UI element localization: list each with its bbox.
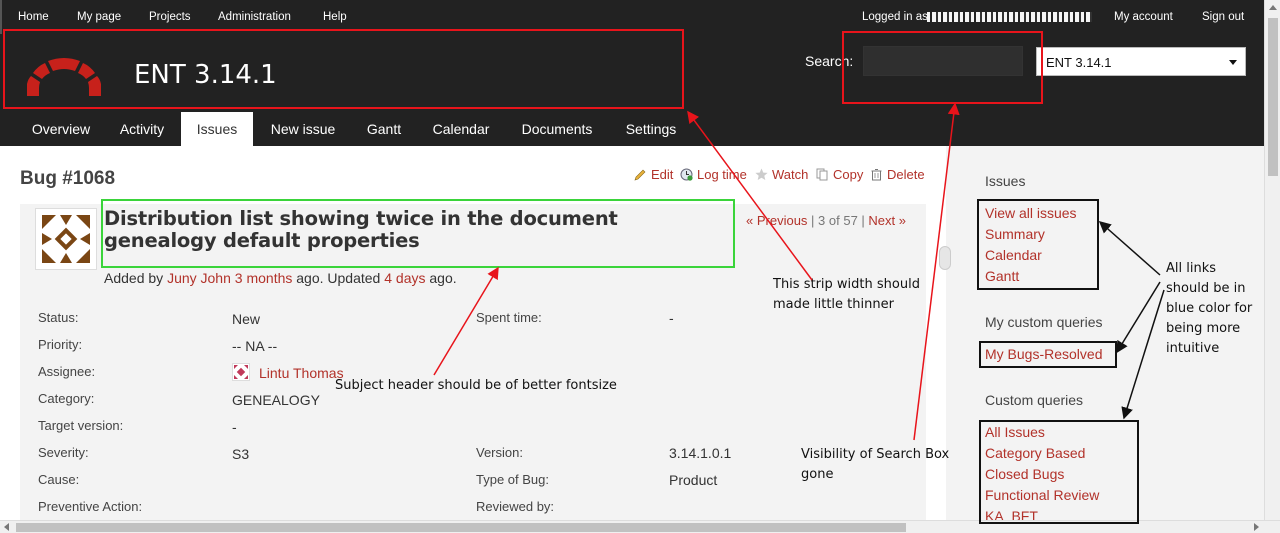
search-label: Search: [805, 53, 854, 69]
nav-projects-link[interactable]: Projects [149, 11, 191, 23]
nav-help-link[interactable]: Help [323, 11, 347, 23]
status-value: New [232, 311, 261, 327]
author-avatar [35, 208, 97, 270]
previous-issue-link[interactable]: « Previous [746, 213, 807, 228]
header: ENT 3.14.1 Search: ENT 3.14.1 [0, 34, 1264, 112]
nav-administration-link[interactable]: Administration [218, 11, 291, 23]
tab-overview[interactable]: Overview [18, 112, 104, 146]
version-value: 3.14.1.0.1 [669, 445, 732, 461]
issue-subject: Distribution list showing twice in the d… [104, 207, 618, 252]
sidebar-link-closed-bugs[interactable]: Closed Bugs [985, 466, 1064, 482]
annotation-subject-note: Subject header should be of better fonts… [335, 378, 617, 393]
assignee-label: Assignee: [38, 364, 96, 379]
spent-time-value: - [669, 310, 674, 326]
annotation-search-note: Visibility of Search Box gone [801, 447, 950, 482]
tab-gantt[interactable]: Gantt [357, 112, 411, 146]
sidebar-link-summary[interactable]: Summary [985, 226, 1045, 242]
sidebar-link-category-based[interactable]: Category Based [985, 445, 1085, 461]
tab-issues[interactable]: Issues [181, 112, 253, 146]
issue-details: Distribution list showing twice in the d… [20, 204, 926, 520]
logged-in-label: Logged in as [862, 11, 928, 23]
sidebar-link-ka-bft[interactable]: KA_BFT [985, 508, 1038, 520]
version-label: Version: [476, 445, 523, 460]
vertical-scroll-thumb[interactable] [1268, 18, 1278, 176]
assignee-avatar [232, 363, 250, 381]
tab-calendar[interactable]: Calendar [425, 112, 497, 146]
star-icon [755, 168, 768, 181]
type-of-bug-label: Type of Bug: [476, 472, 549, 487]
assignee-link[interactable]: Lintu Thomas [259, 365, 344, 381]
delete-action[interactable]: Delete [870, 167, 925, 182]
edit-action[interactable]: Edit [634, 167, 673, 182]
issue-pager: « Previous | 3 of 57 | Next » [746, 213, 906, 228]
clock-add-icon [680, 168, 693, 181]
sidebar-link-functional-review[interactable]: Functional Review [985, 487, 1099, 503]
created-time-link[interactable]: 3 months [235, 270, 293, 286]
nav-my-page-link[interactable]: My page [77, 11, 121, 23]
copy-action[interactable]: Copy [816, 167, 863, 182]
log-time-action[interactable]: Log time [680, 167, 747, 182]
next-issue-link[interactable]: Next » [868, 213, 906, 228]
sidebar-link-gantt[interactable]: Gantt [985, 268, 1019, 284]
category-value: GENEALOGY [232, 392, 320, 408]
preventive-action-label: Preventive Action: [38, 499, 143, 514]
redacted-username [927, 12, 1092, 22]
project-jump-select[interactable]: ENT 3.14.1 [1036, 47, 1246, 76]
scroll-up-arrow-icon[interactable] [1269, 5, 1277, 10]
project-title: ENT 3.14.1 [134, 60, 277, 90]
sidebar-link-all-issues[interactable]: All Issues [985, 424, 1045, 440]
priority-value: -- NA -- [232, 338, 278, 354]
severity-label: Severity: [38, 445, 89, 460]
cause-label: Cause: [38, 472, 80, 487]
sidebar-toggle-handle[interactable] [939, 246, 951, 270]
horizontal-scroll-thumb[interactable] [16, 523, 906, 532]
annotation-strip-note: This strip width should made little thin… [773, 277, 920, 312]
vertical-scrollbar[interactable] [1264, 0, 1280, 520]
type-of-bug-value: Product [669, 472, 718, 488]
my-account-link[interactable]: My account [1114, 11, 1173, 23]
trash-icon [870, 168, 883, 181]
issue-author-line: Added by Juny John 3 months ago. Updated… [104, 270, 457, 286]
reviewed-by-label: Reviewed by: [476, 499, 555, 514]
tab-new-issue[interactable]: New issue [262, 112, 344, 146]
tab-settings[interactable]: Settings [617, 112, 685, 146]
issue-title: Bug #1068 [20, 168, 116, 189]
scroll-right-arrow-icon[interactable] [1254, 523, 1259, 531]
priority-label: Priority: [38, 337, 83, 352]
main-menu: Overview Activity Issues New issue Gantt… [0, 112, 1264, 146]
sidebar-link-my-bugs-resolved[interactable]: My Bugs-Resolved [985, 346, 1103, 362]
pencil-icon [634, 168, 647, 181]
top-menu: Home My page Projects Administration Hel… [0, 0, 1264, 34]
nav-home-link[interactable]: Home [18, 11, 49, 23]
annotation-links-note: All links should be in blue color for be… [1166, 261, 1253, 356]
target-version-label: Target version: [38, 418, 124, 433]
watch-action[interactable]: Watch [755, 167, 808, 182]
sidebar-custom-queries-heading: Custom queries [985, 392, 1084, 408]
target-version-value: - [232, 419, 237, 435]
status-label: Status: [38, 310, 79, 325]
sidebar-issues-heading: Issues [985, 173, 1026, 189]
sidebar-my-queries-heading: My custom queries [985, 314, 1103, 330]
tab-documents[interactable]: Documents [512, 112, 602, 146]
scroll-left-arrow-icon[interactable] [4, 523, 9, 531]
chevron-down-icon [1229, 60, 1237, 65]
project-select-value: ENT 3.14.1 [1046, 55, 1112, 70]
copy-icon [816, 168, 829, 181]
sign-out-link[interactable]: Sign out [1202, 11, 1244, 23]
tab-activity[interactable]: Activity [110, 112, 174, 146]
search-input[interactable] [863, 46, 1023, 76]
updated-time-link[interactable]: 4 days [384, 270, 425, 286]
severity-value: S3 [232, 446, 250, 462]
author-link[interactable]: Juny John [167, 270, 231, 286]
sidebar-link-calendar[interactable]: Calendar [985, 247, 1042, 263]
sidebar-link-view-all-issues[interactable]: View all issues [985, 205, 1077, 221]
issue-position: 3 of 57 [818, 213, 858, 228]
redmine-logo-icon [27, 58, 101, 96]
spent-time-label: Spent time: [476, 310, 542, 325]
category-label: Category: [38, 391, 95, 406]
horizontal-scrollbar[interactable] [0, 520, 1280, 533]
